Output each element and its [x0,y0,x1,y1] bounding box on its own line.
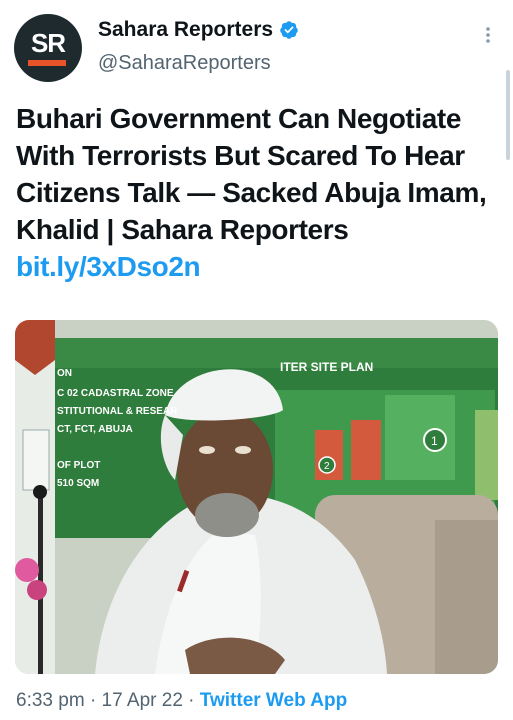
svg-text:2: 2 [324,461,330,472]
sign-line-5: OF PLOT [57,460,101,471]
photo-illustration: 1 2 [15,320,498,674]
tweet-meta: 6:33 pm · 17 Apr 22 · Twitter Web App [16,690,347,712]
scrollbar[interactable] [506,70,510,160]
author-block: Sahara Reporters @SaharaReporters [98,18,299,75]
sign-line-6: 510 SQM [57,478,100,489]
tweet-body: Buhari Government Can Negotiate With Ter… [16,103,487,245]
sign-line-3: STITUTIONAL & RESEAR [57,406,178,417]
avatar-logo-bar [28,60,66,66]
tweet-link[interactable]: bit.ly/3xDso2n [16,251,201,282]
sign-line-2: C 02 CADASTRAL ZONE [57,388,174,399]
tweet-photo[interactable]: 1 2 ITER SITE PLAN ON C 02 CADASTRAL ZON… [15,320,498,674]
tweet-date[interactable]: 17 Apr 22 [102,690,183,711]
meta-separator: · [89,690,97,711]
sign-line-4: CT, FCT, ABUJA [57,424,133,435]
more-options-icon[interactable] [478,24,498,46]
tweet: SR Sahara Reporters @SaharaReporters Buh… [0,0,513,720]
sign-title: ITER SITE PLAN [280,360,374,374]
svg-text:1: 1 [431,434,438,448]
verified-badge-icon [280,21,298,39]
tweet-source-link[interactable]: Twitter Web App [200,690,347,711]
display-name[interactable]: Sahara Reporters [98,18,273,42]
tweet-time[interactable]: 6:33 pm [16,690,85,711]
handle[interactable]: @SaharaReporters [98,52,299,75]
avatar-logo-text: SR [30,28,66,58]
meta-separator-2: · [188,690,195,711]
tweet-text: Buhari Government Can Negotiate With Ter… [16,100,506,285]
sign-line-1: ON [57,368,72,379]
avatar[interactable]: SR [14,14,82,82]
name-row: Sahara Reporters [98,18,299,42]
